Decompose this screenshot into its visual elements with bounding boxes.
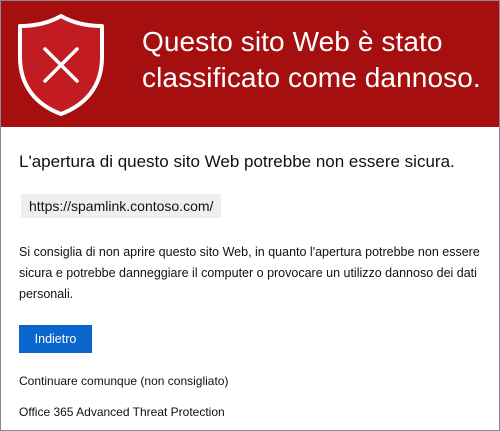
warning-message: Si consiglia di non aprire questo sito W… bbox=[19, 245, 480, 301]
shield-x-icon bbox=[18, 14, 104, 116]
back-button[interactable]: Indietro bbox=[19, 325, 92, 353]
page-heading: L'apertura di questo sito Web potrebbe n… bbox=[19, 152, 455, 171]
blocked-url: https://spamlink.contoso.com/ bbox=[21, 194, 222, 218]
footer-product-name: Office 365 Advanced Threat Protection bbox=[19, 405, 225, 419]
safe-links-warning-page: Questo sito Web è stato classificato com… bbox=[0, 0, 500, 431]
banner-title: Questo sito Web è stato classificato com… bbox=[142, 26, 481, 93]
continue-anyway-link[interactable]: Continuare comunque (non consigliato) bbox=[19, 373, 228, 389]
warning-banner: Questo sito Web è stato classificato com… bbox=[1, 1, 499, 127]
